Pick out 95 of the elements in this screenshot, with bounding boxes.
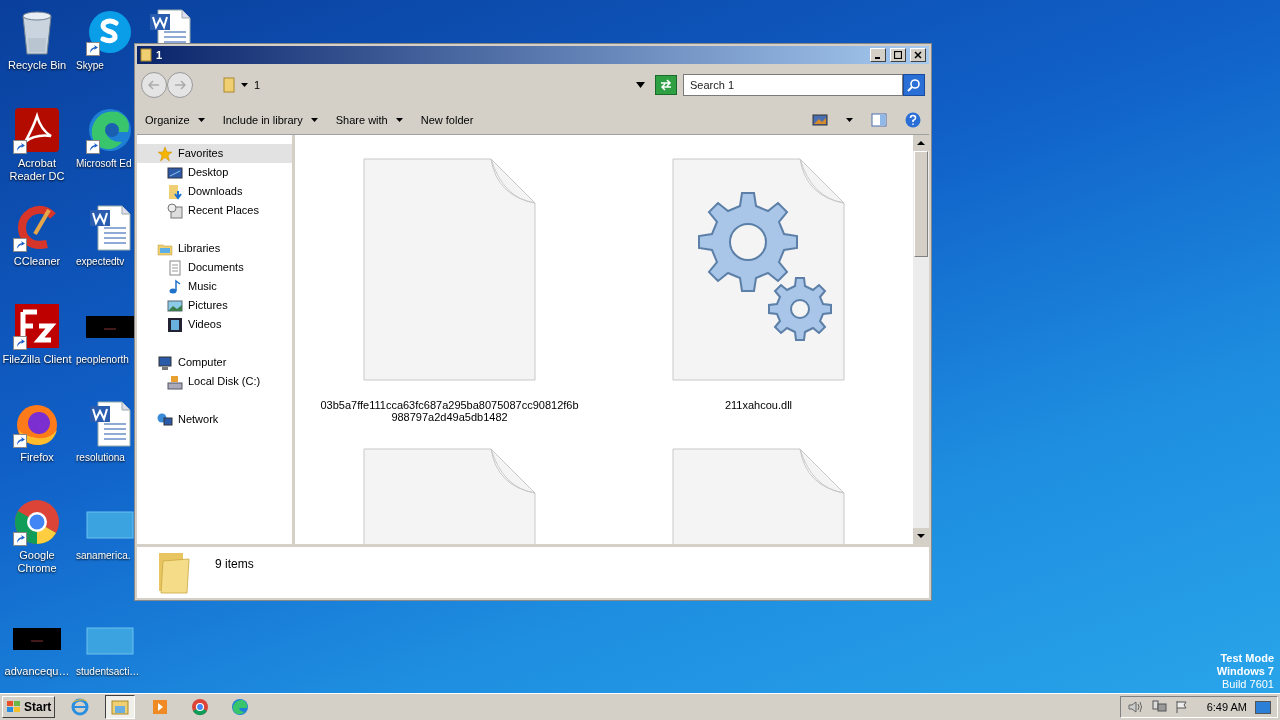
- clock[interactable]: 6:49 AM: [1206, 698, 1247, 716]
- document-icon: [167, 259, 183, 276]
- nav-item[interactable]: Libraries: [137, 239, 292, 258]
- music-note-icon: [167, 278, 183, 295]
- desktop-icon-label[interactable]: Firefox: [20, 451, 54, 464]
- desktop-icon-label[interactable]: FileZilla Client: [2, 353, 72, 366]
- desktop-icon: [167, 164, 183, 181]
- search-field[interactable]: Search 1: [683, 74, 903, 96]
- show-desktop-icon[interactable]: [1255, 700, 1271, 714]
- nav-item[interactable]: Local Disk (C:): [137, 372, 292, 391]
- item-count: 9 items: [215, 556, 254, 573]
- desktop-icon-label[interactable]: CCleaner: [13, 255, 61, 268]
- close-button[interactable]: [910, 48, 926, 62]
- chrome-icon: [191, 698, 210, 716]
- taskbar-app[interactable]: [105, 695, 136, 719]
- toolbar-button[interactable]: Organize: [145, 111, 205, 129]
- preview-pane-icon[interactable]: [871, 113, 887, 127]
- toolbar-button[interactable]: New folder: [420, 111, 474, 129]
- scroll-up-icon[interactable]: [913, 135, 929, 151]
- chrome-icon[interactable]: [13, 498, 61, 546]
- pdf-icon[interactable]: [13, 106, 61, 154]
- desktop-icon-label[interactable]: expectedtv: [76, 255, 125, 268]
- gear-file-icon[interactable]: [671, 158, 846, 382]
- nav-item[interactable]: Computer: [137, 353, 292, 372]
- file-name: 03b5a7ffe111cca63fc687a295ba8075087cc90812f6b988797a2d49a5db1482: [319, 399, 580, 423]
- desktop-icon-label[interactable]: Google Chrome: [1, 549, 73, 575]
- desktop-icon-label[interactable]: Recycle Bin: [7, 59, 67, 72]
- maximize-button[interactable]: [890, 48, 906, 62]
- nav-item[interactable]: Documents: [137, 258, 292, 277]
- folder-icon: [111, 699, 130, 715]
- nav-item[interactable]: Network: [137, 410, 292, 429]
- desktop-icon-label[interactable]: studentsacti…: [76, 665, 140, 678]
- scrollbar[interactable]: [913, 135, 929, 544]
- window-title: 1: [156, 47, 164, 63]
- picture-icon: [167, 297, 183, 314]
- system-text: Test Mode: [1220, 652, 1274, 665]
- play-icon: [152, 699, 169, 715]
- search-icon: [907, 78, 921, 92]
- nav-item[interactable]: Music: [137, 277, 292, 296]
- hard-disk-icon: [167, 373, 183, 390]
- network-icon[interactable]: [1150, 700, 1167, 714]
- edge-icon: [231, 698, 250, 716]
- folder-icon: [140, 48, 152, 62]
- recent-places-icon: [167, 202, 183, 219]
- search-button[interactable]: [903, 74, 925, 96]
- system-text: Build 7601: [1222, 678, 1274, 691]
- network-icon: [157, 411, 173, 428]
- skype-icon[interactable]: [86, 8, 134, 56]
- view-icon[interactable]: [812, 113, 828, 127]
- folder-icon: [223, 77, 235, 93]
- help-icon[interactable]: [905, 112, 921, 128]
- nav-item[interactable]: Pictures: [137, 296, 292, 315]
- desktop-icon-label[interactable]: resolutiona: [76, 451, 125, 464]
- maximize-icon: [894, 51, 902, 59]
- computer-icon: [157, 354, 173, 371]
- minimize-button[interactable]: [870, 48, 886, 62]
- toolbar-button[interactable]: Share with: [335, 111, 403, 129]
- folder-icon: [167, 183, 183, 200]
- filezilla-icon[interactable]: [13, 302, 61, 350]
- edge-icon[interactable]: [86, 106, 134, 154]
- system-text: Windows 7: [1216, 665, 1274, 678]
- desktop-icon-label[interactable]: Acrobat Reader DC: [1, 157, 73, 183]
- nav-item[interactable]: Favorites: [137, 144, 292, 163]
- caret-icon: [310, 118, 318, 122]
- refresh-button[interactable]: [655, 75, 677, 95]
- nav-item[interactable]: Videos: [137, 315, 292, 334]
- desktop-icon-label[interactable]: Skype: [76, 59, 104, 72]
- speaker-icon[interactable]: [1126, 700, 1143, 714]
- star-icon: [157, 145, 173, 162]
- scroll-thumb[interactable]: [914, 151, 928, 257]
- close-icon: [914, 51, 922, 59]
- desktop-icon-label[interactable]: advancequ…: [4, 665, 70, 678]
- scroll-down-icon[interactable]: [913, 528, 929, 544]
- caret-icon[interactable]: [846, 118, 853, 122]
- film-icon: [167, 316, 183, 333]
- browser-e-icon: [71, 698, 90, 716]
- desktop-icon-label[interactable]: Microsoft Ed: [76, 157, 132, 170]
- nav-item[interactable]: Downloads: [137, 182, 292, 201]
- dropdown-arrow-icon[interactable]: [636, 82, 645, 88]
- caret-icon[interactable]: [241, 83, 248, 87]
- flag-icon[interactable]: [1174, 700, 1189, 714]
- start-button[interactable]: Start: [2, 696, 56, 718]
- file-name: 211xahcou.dll: [723, 399, 794, 411]
- caret-icon: [197, 118, 205, 122]
- address-path[interactable]: 1: [254, 76, 261, 94]
- back-arrow-icon: [148, 80, 160, 90]
- caret-icon: [395, 118, 403, 122]
- windows-logo-icon: [6, 700, 22, 714]
- desktop-icon-label[interactable]: peoplenorth: [76, 353, 129, 366]
- nav-item[interactable]: Recent Places: [137, 201, 292, 220]
- forward-arrow-icon: [174, 80, 186, 90]
- nav-item[interactable]: Desktop: [137, 163, 292, 182]
- toolbar-button[interactable]: Include in library: [222, 111, 318, 129]
- desktop-icon-label[interactable]: sanamerica.: [76, 549, 131, 562]
- refresh-arrows-icon: [659, 79, 673, 91]
